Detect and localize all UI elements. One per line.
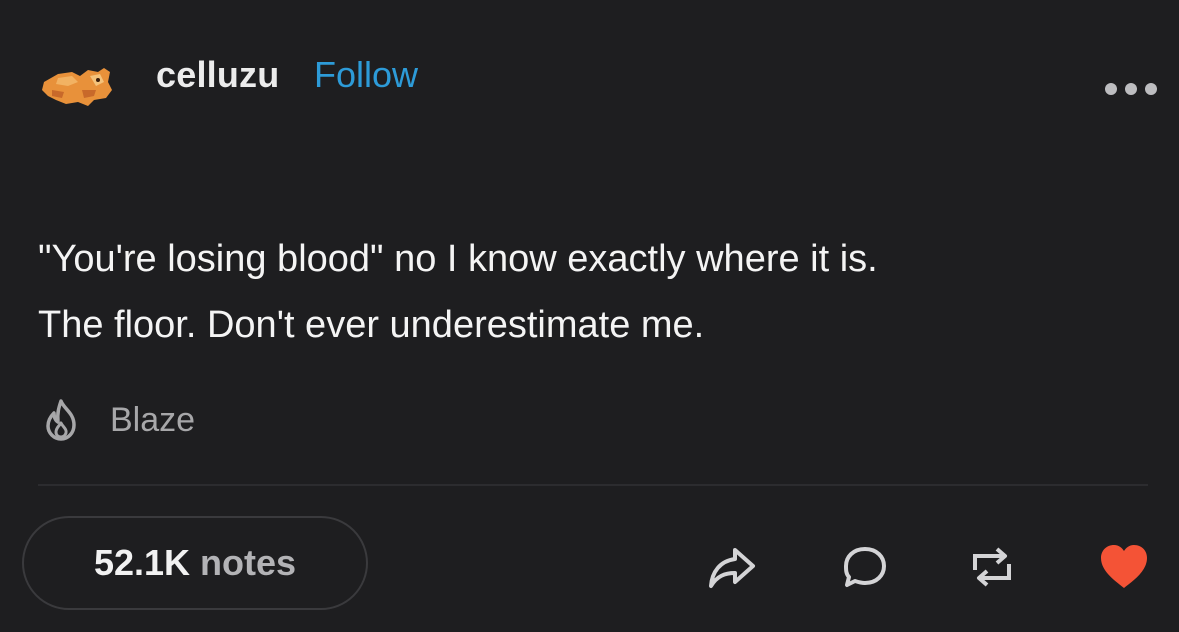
avatar-image [42, 68, 112, 106]
reblog-icon [973, 547, 1011, 587]
notes-button[interactable]: 52.1K notes [22, 516, 368, 610]
notes-label: notes [200, 542, 297, 583]
divider [38, 484, 1148, 486]
blaze-button[interactable]: Blaze [38, 392, 195, 448]
notes-count: 52.1K [93, 542, 191, 583]
more-options-button[interactable] [1104, 82, 1158, 96]
blaze-label: Blaze [110, 400, 196, 439]
reply-icon [844, 547, 886, 587]
flame-icon [46, 399, 76, 441]
share-icon [709, 548, 755, 588]
reply-button[interactable] [838, 540, 892, 594]
username[interactable]: celluzu [156, 54, 279, 96]
follow-button[interactable]: Follow [314, 54, 418, 96]
avatar[interactable] [38, 60, 118, 108]
tumblr-post: celluzu Follow "You're losing blood" no … [0, 0, 1179, 632]
reblog-button[interactable] [965, 540, 1019, 594]
post-header: celluzu Follow [38, 50, 1157, 110]
more-options-icon [1105, 83, 1157, 95]
post-text-line: The floor. Don't ever underestimate me. [38, 304, 705, 346]
like-button[interactable] [1097, 540, 1151, 594]
heart-icon [1101, 545, 1147, 588]
post-text-line: "You're losing blood" no I know exactly … [38, 238, 878, 280]
share-button[interactable] [705, 540, 759, 594]
post-body: "You're losing blood" no I know exactly … [38, 226, 1148, 358]
